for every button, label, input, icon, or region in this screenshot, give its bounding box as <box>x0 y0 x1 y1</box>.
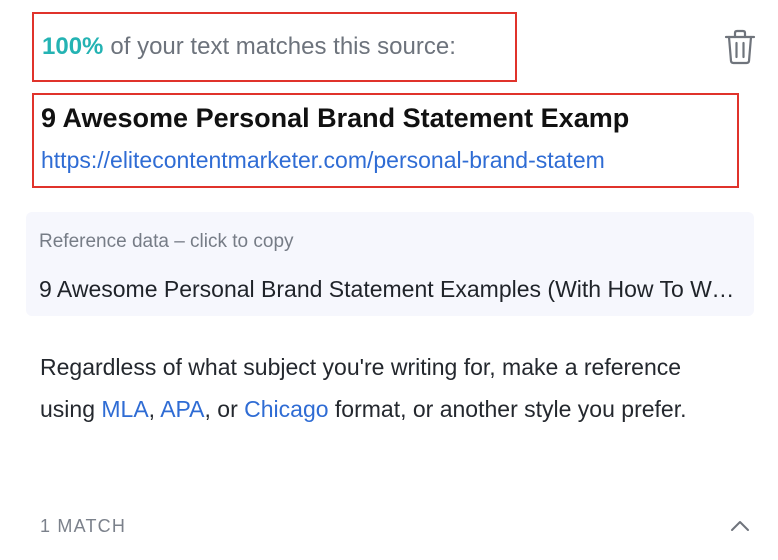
match-summary: 100% of your text matches this source: <box>32 12 517 82</box>
match-percent: 100% <box>42 33 104 60</box>
citation-help-text: Regardless of what subject you're writin… <box>40 346 730 430</box>
source-url-link[interactable]: https://elitecontentmarketer.com/persona… <box>41 147 605 174</box>
reference-data-card[interactable]: Reference data – click to copy 9 Awesome… <box>26 212 754 316</box>
trash-icon[interactable] <box>723 28 757 66</box>
chicago-link[interactable]: Chicago <box>244 396 328 422</box>
chevron-up-icon[interactable] <box>728 514 752 538</box>
mla-link[interactable]: MLA <box>101 396 148 422</box>
match-count: 1 MATCH <box>40 516 127 536</box>
reference-data-text: 9 Awesome Personal Brand Statement Examp… <box>39 276 741 302</box>
plagiarism-match-card: 100% of your text matches this source: 9… <box>0 0 778 560</box>
match-summary-text: of your text matches this source: <box>110 33 456 60</box>
apa-link[interactable]: APA <box>160 396 204 422</box>
citation-help-separator: , or <box>204 396 245 422</box>
source-info: 9 Awesome Personal Brand Statement Examp… <box>32 93 739 188</box>
source-title: 9 Awesome Personal Brand Statement Examp <box>41 103 630 133</box>
citation-help-outro: format, or another style you prefer. <box>328 396 687 422</box>
reference-data-label: Reference data – click to copy <box>39 231 294 252</box>
citation-help-separator: , <box>148 396 161 422</box>
